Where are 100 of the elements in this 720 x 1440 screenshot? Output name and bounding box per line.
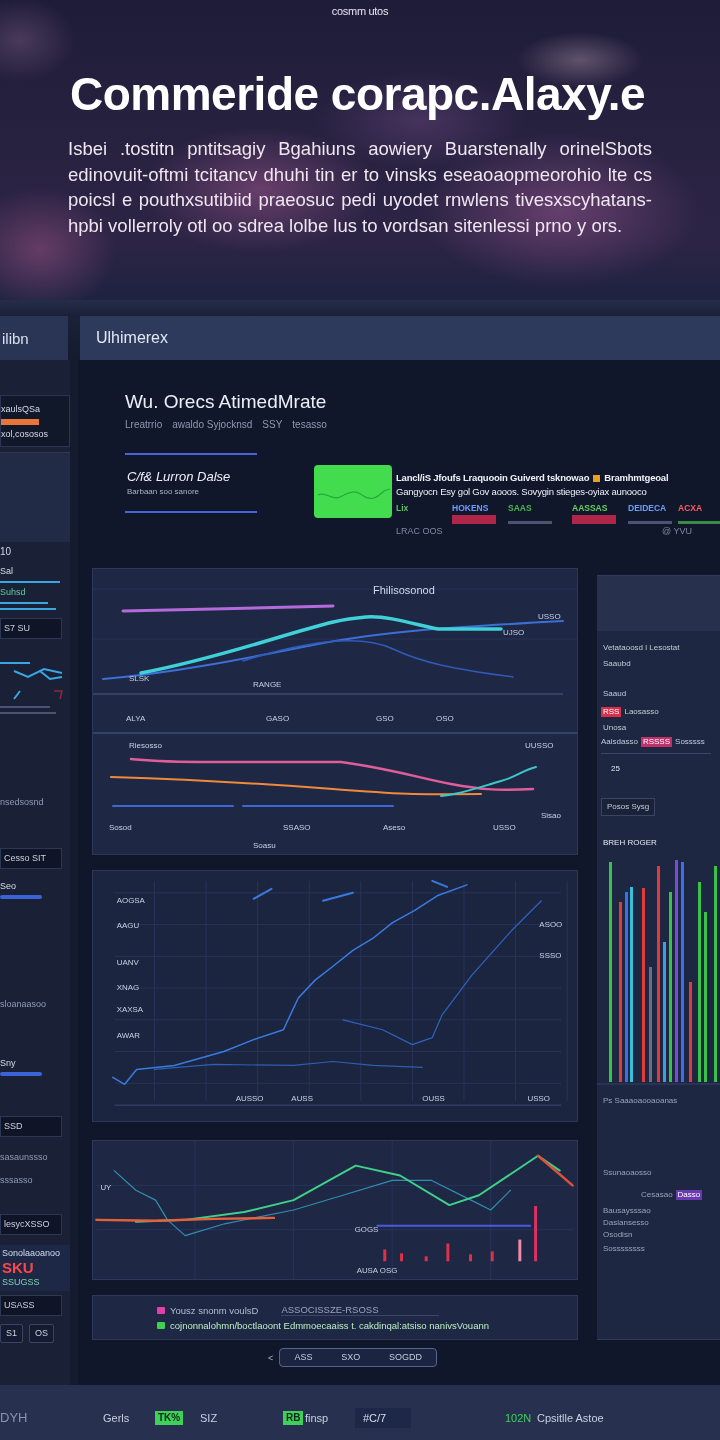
status-badge: RB bbox=[283, 1410, 304, 1425]
chart-bar bbox=[383, 1249, 387, 1262]
chart-bar bbox=[534, 1206, 538, 1262]
side-chip[interactable]: Cesso SIT bbox=[0, 848, 62, 869]
tag: Dasso bbox=[675, 1190, 703, 1200]
alert-label: Sonolaaoanoo bbox=[2, 1248, 61, 1259]
panel-text: Saaubd bbox=[603, 659, 631, 669]
axis-label: GASO bbox=[266, 714, 290, 723]
chart-title: Fhilisosonod bbox=[373, 584, 435, 596]
axis-label: XNAG bbox=[116, 983, 140, 993]
side-button[interactable]: S1 bbox=[0, 1324, 23, 1343]
panel-text: Aaisdasso bbox=[601, 737, 638, 747]
accent-bar bbox=[0, 602, 48, 604]
axis-label: OUSS bbox=[422, 1094, 445, 1104]
alert-value: SKU bbox=[2, 1260, 34, 1276]
legend-text: ASSOCISSZE-RSOSS bbox=[281, 1304, 439, 1316]
axis-label: Sisao bbox=[541, 811, 561, 820]
accent-bar bbox=[0, 608, 56, 610]
stat-bar bbox=[628, 521, 672, 524]
tag: RSS bbox=[601, 707, 622, 717]
stat-label: AASSAS bbox=[572, 503, 608, 513]
footer-text: @ YVU bbox=[662, 526, 692, 537]
side-button[interactable]: OS bbox=[29, 1324, 55, 1343]
side-text: sssasso bbox=[0, 1175, 33, 1186]
axis-label: UJSO bbox=[503, 628, 525, 637]
page-button[interactable]: SXO bbox=[339, 1352, 363, 1363]
axis-label: UANV bbox=[116, 958, 139, 968]
status-text: Cpsitlle Astoe bbox=[537, 1410, 604, 1425]
meta-text: Lreatrrio bbox=[125, 419, 163, 431]
axis-label: ASOO bbox=[539, 919, 563, 929]
panel-text: Dasiansesso bbox=[603, 1218, 649, 1228]
stat-bar bbox=[452, 515, 496, 524]
card-title: C/f& Lurron Dalse bbox=[127, 469, 231, 484]
status-text: finsp bbox=[305, 1410, 329, 1425]
side-label: Seo bbox=[0, 881, 16, 892]
chart-bar bbox=[424, 1256, 428, 1262]
status-text: DYH bbox=[0, 1410, 28, 1425]
hero-title: Commeride corapc.Alaxy.e bbox=[70, 68, 646, 120]
panel-text: Bausaysssao bbox=[603, 1206, 651, 1216]
panel-button[interactable]: Posos Sysg bbox=[601, 798, 656, 816]
previous-button[interactable]: < bbox=[268, 1352, 274, 1363]
side-text: sloanaasoo bbox=[0, 999, 47, 1010]
accent-bar bbox=[0, 1072, 42, 1076]
axis-label: AAGU bbox=[116, 920, 140, 930]
panel-heading: Vetataoosd l Lesostat bbox=[603, 643, 680, 653]
chart-bar bbox=[446, 1243, 450, 1262]
axis-label: GOGS bbox=[354, 1224, 379, 1234]
panel-text: Osodisn bbox=[603, 1230, 633, 1240]
hero-eyebrow: cosmm utos bbox=[331, 4, 389, 18]
side-chip[interactable]: USASS bbox=[0, 1295, 62, 1316]
panel-text: Laosasso bbox=[624, 707, 659, 717]
panel-text: Ps Saaaoaooaoanas bbox=[603, 1096, 678, 1106]
accent-bar bbox=[0, 581, 60, 583]
info-text: Bramhmtgeoal bbox=[604, 471, 669, 485]
axis-label: USSO bbox=[538, 612, 561, 621]
panel-text: Ssunaoaosso bbox=[603, 1168, 652, 1178]
stat-label: Lix bbox=[396, 503, 409, 513]
chart-bar bbox=[518, 1239, 522, 1262]
accent-bar bbox=[1, 419, 39, 425]
side-chip[interactable]: SSD bbox=[0, 1116, 62, 1137]
stat-label: xaulsQSa bbox=[1, 404, 41, 415]
tile-label: 10 bbox=[0, 546, 12, 558]
page-button[interactable]: ASS bbox=[292, 1352, 315, 1363]
axis-label: Sosod bbox=[109, 823, 132, 832]
legend-text: cojnonnalohmn/boctlaoont Edmmoecaaiss t. cakdinqal:atsiso nanivsVouann bbox=[170, 1320, 489, 1331]
chart-bar bbox=[400, 1253, 403, 1262]
chart-title: BREH ROGER bbox=[603, 838, 657, 848]
stat-label: SAAS bbox=[508, 503, 532, 513]
axis-label: SSSO bbox=[539, 951, 562, 961]
stat-bar bbox=[678, 521, 720, 524]
status-badge: TK% bbox=[155, 1410, 184, 1425]
axis-label: GSO bbox=[376, 714, 394, 723]
side-label: Sny bbox=[0, 1058, 16, 1069]
axis-label: UY bbox=[100, 1183, 112, 1193]
axis-label: SLSK bbox=[129, 674, 150, 683]
axis-label: SSASO bbox=[283, 823, 311, 832]
axis-label: Aseso bbox=[383, 823, 406, 832]
side-label: Sal bbox=[0, 566, 13, 577]
stat-label: ACXA bbox=[678, 503, 703, 513]
axis-label: UUSSO bbox=[525, 741, 554, 750]
chart-bar bbox=[490, 1251, 494, 1262]
axis-label: XAXSA bbox=[116, 1004, 144, 1014]
meta-text: tesasso bbox=[292, 419, 327, 431]
panel-text: Sossssssss bbox=[603, 1244, 645, 1254]
side-chip[interactable]: S7 SU bbox=[0, 618, 62, 639]
axis-label: AUSSO bbox=[235, 1094, 264, 1104]
axis-label: Riesosso bbox=[129, 741, 162, 750]
input-field[interactable]: #C/7 bbox=[355, 1407, 411, 1428]
axis-label: AWAR bbox=[116, 1030, 140, 1040]
panel-text: Saaud bbox=[603, 689, 627, 699]
side-text: sasaunssso bbox=[0, 1152, 48, 1163]
side-chip[interactable]: lesycXSSO bbox=[0, 1214, 62, 1235]
status-text: 102N bbox=[505, 1410, 532, 1425]
stat-label: DEIDECA bbox=[628, 503, 667, 513]
header-bar: Ulhimerex bbox=[80, 316, 720, 360]
card-caption: Barbaan soo sanore bbox=[127, 487, 200, 497]
side-label: Suhsd bbox=[0, 587, 26, 598]
axis-label: OSO bbox=[436, 714, 454, 723]
status-text: SIZ bbox=[200, 1410, 218, 1425]
page-button[interactable]: SOGDD bbox=[386, 1352, 424, 1363]
